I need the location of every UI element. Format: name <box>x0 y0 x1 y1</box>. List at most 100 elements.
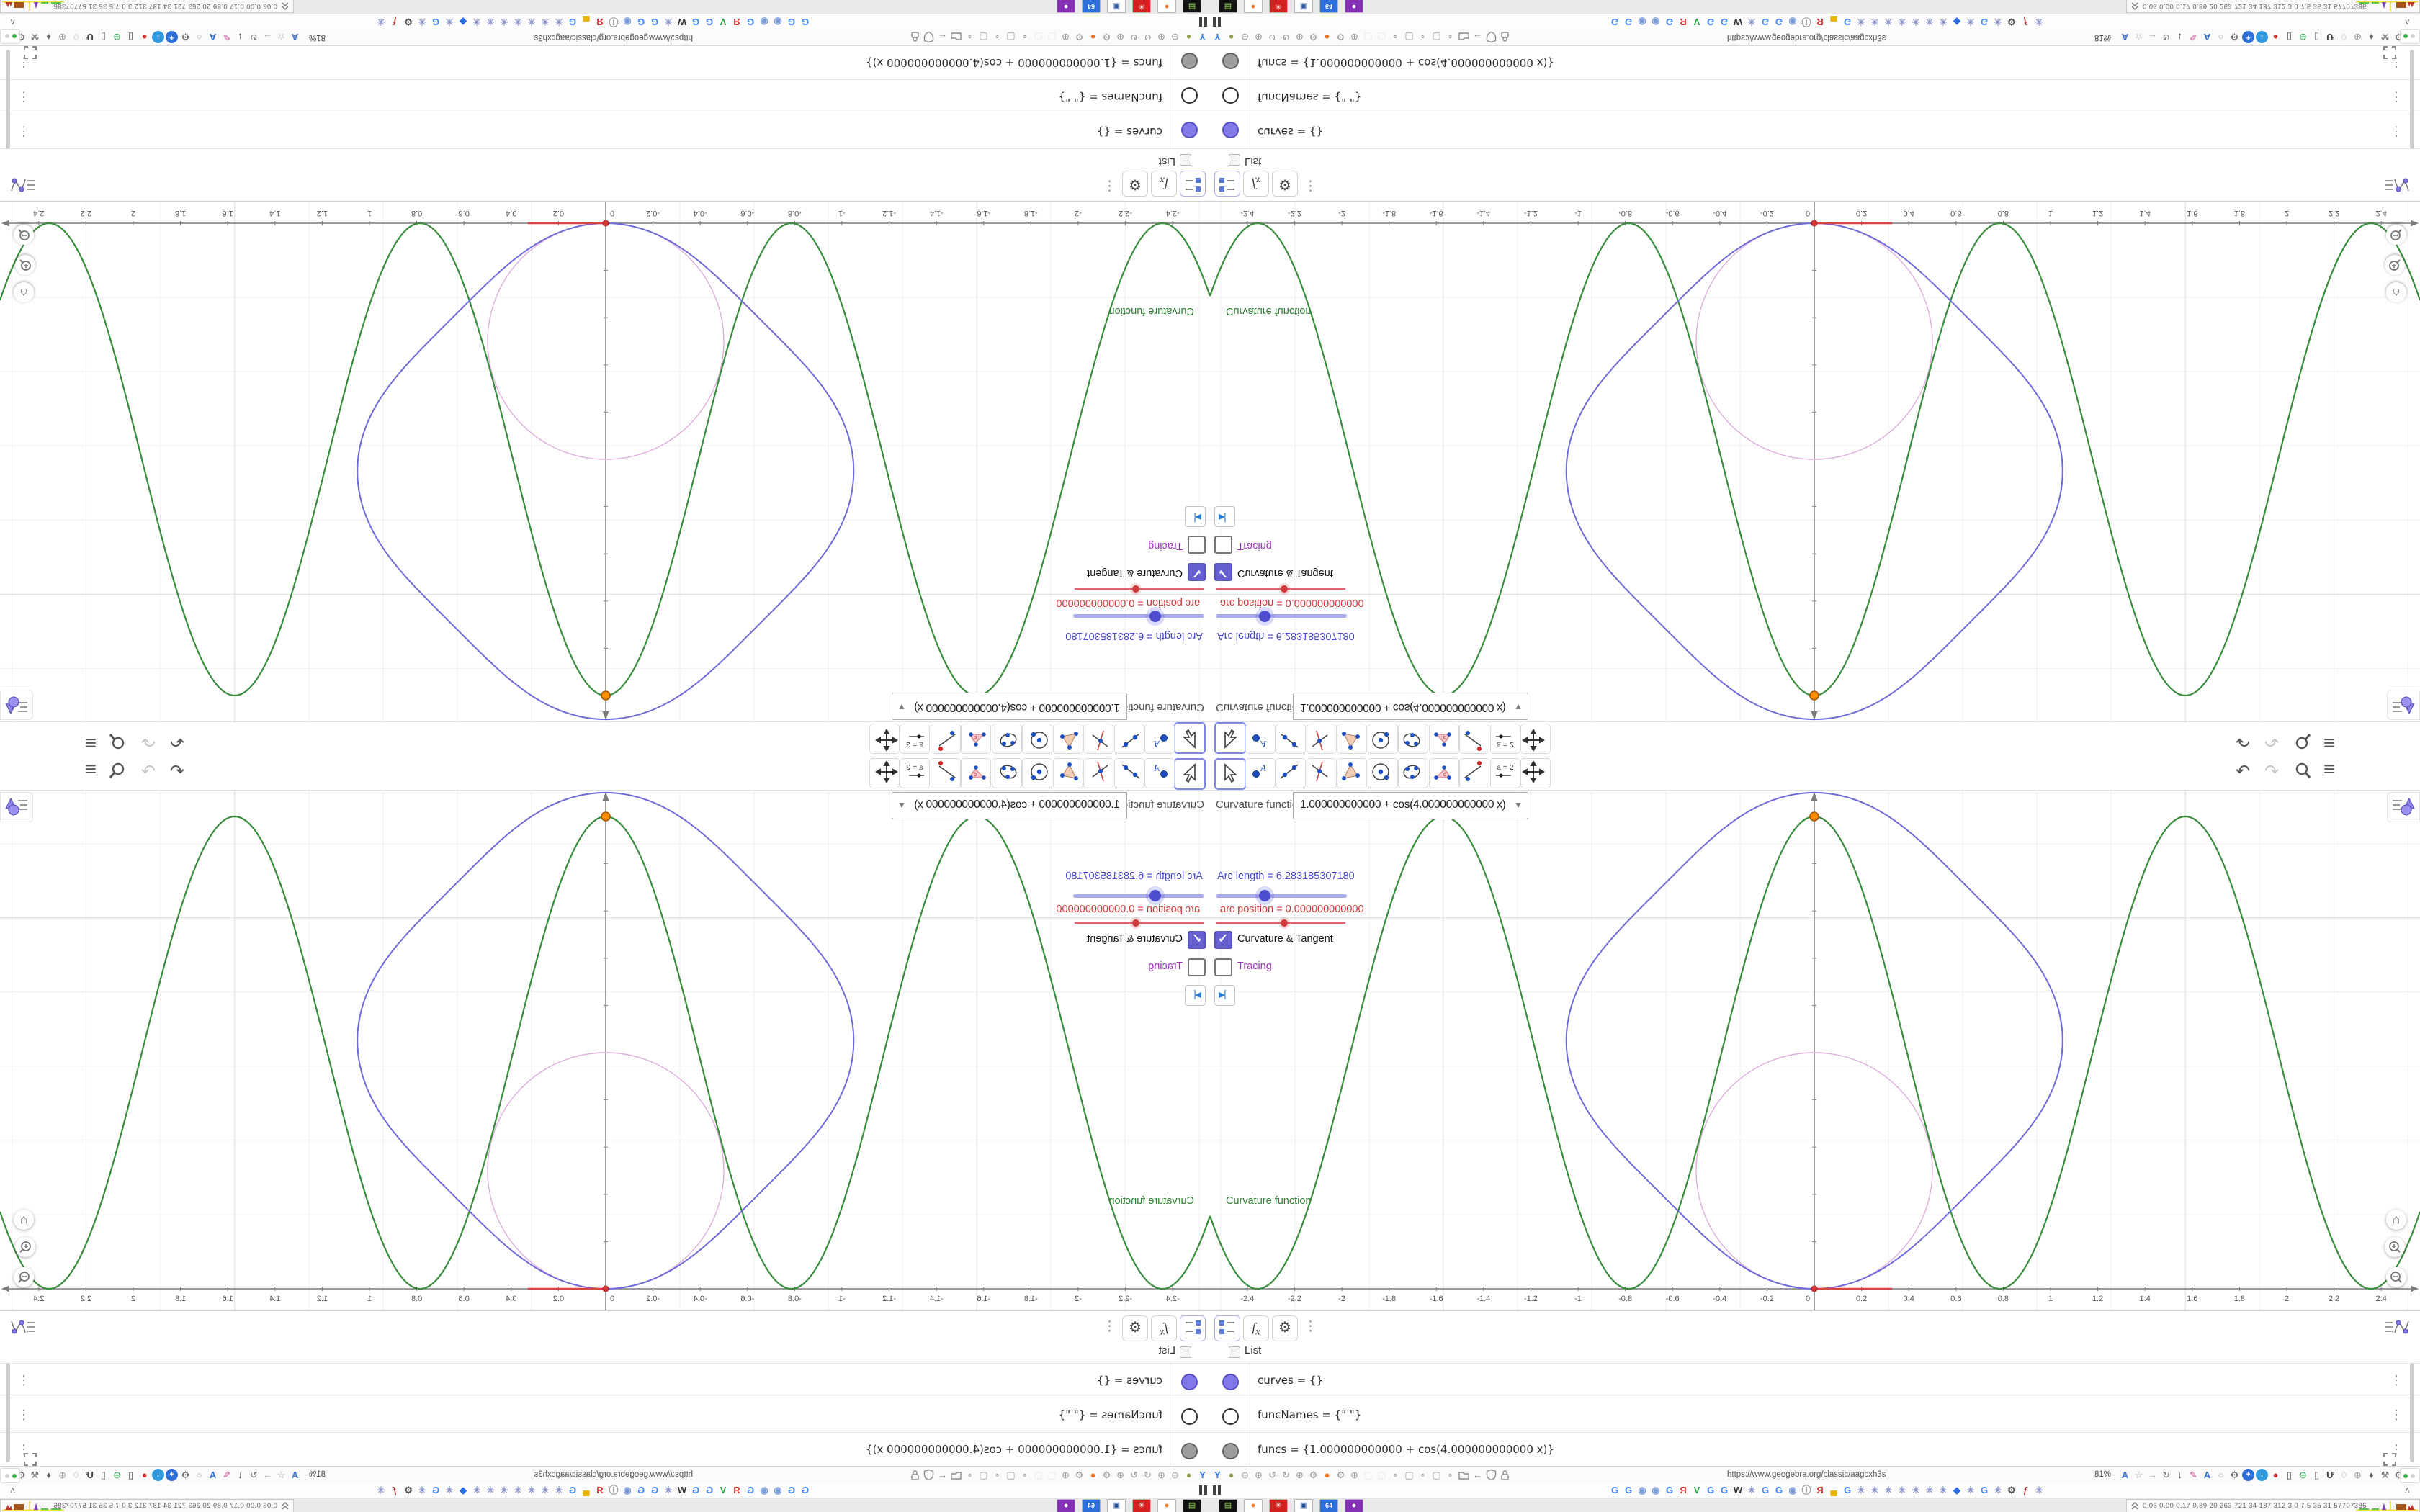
tab-favicon-31[interactable]: f <box>2020 16 2031 27</box>
play-animation-button[interactable]: ▶▏ <box>1214 985 1235 1006</box>
tab-favicon-24[interactable]: ✳ <box>1924 1485 1935 1496</box>
row-kebab-icon[interactable]: ⋮ <box>2390 89 2403 104</box>
tab-favicon-19[interactable]: ✳ <box>1855 1485 1867 1496</box>
url-text[interactable]: https://www.geogebra.org/classic/aagcxh3… <box>1727 33 1886 42</box>
tab-favicon-7[interactable]: V <box>717 16 729 27</box>
chevron-down-icon[interactable]: ▼ <box>897 702 906 712</box>
tool-slider-button[interactable]: a = 2 <box>900 758 931 788</box>
algebra-row-1[interactable]: curves = {} ⋮ <box>0 114 1210 149</box>
shield-icon[interactable] <box>1485 31 1497 43</box>
tab-favicon-28[interactable]: G <box>1978 1485 1990 1496</box>
curvature-function-dropdown[interactable]: 1.000000000000 + cos(4.000000000000 x) ▼ <box>892 792 1127 819</box>
zoom-out-button[interactable] <box>14 1267 34 1287</box>
tab-favicon-28[interactable]: G <box>430 16 442 27</box>
taskbar-app-display[interactable]: ▣ <box>1107 1499 1126 1512</box>
page-zoom-level[interactable]: 81% <box>2094 1470 2111 1479</box>
tool-move-button[interactable] <box>1214 758 1246 790</box>
firefox-icon[interactable]: ● <box>1321 1469 1333 1481</box>
tab-favicon-27[interactable]: ✳ <box>444 16 455 27</box>
tool-point-button[interactable]: A <box>1144 758 1175 788</box>
tool-conic-button[interactable] <box>1398 758 1428 788</box>
arc-length-slider-knob[interactable] <box>1259 890 1270 901</box>
tab-favicon-4[interactable]: ◉ <box>758 16 770 27</box>
red-dot-icon[interactable]: ● <box>138 31 151 43</box>
oval-icon[interactable]: ○ <box>2215 31 2227 43</box>
graphics-view[interactable]: -2.4 -2.2 -2 -1.8 -1.6 -1.4 -1.2 -1 -0.8 -0.6 -0.4… <box>1210 790 2420 1310</box>
plus-icon[interactable]: + <box>2242 1469 2254 1481</box>
graphics-view[interactable]: -2.4 -2.2 -2 -1.8 -1.6 -1.4 -1.2 -1 -0.8 -0.6 -0.4… <box>0 202 1210 722</box>
tab-favicon-12[interactable]: G <box>1760 1485 1771 1496</box>
tab-favicon-29[interactable]: ✳ <box>1992 16 2004 27</box>
globe-icon[interactable]: ⊕ <box>1252 31 1265 43</box>
arc-length-slider-knob[interactable] <box>1150 890 1161 901</box>
fwd-circ-icon[interactable]: ↻ <box>1128 31 1140 43</box>
row-kebab-icon[interactable]: ⋮ <box>17 124 30 139</box>
tab-favicon-1[interactable]: G <box>799 1485 811 1496</box>
fx-tools-button[interactable]: fx <box>1243 171 1269 197</box>
algebra-view-button[interactable] <box>1214 171 1240 197</box>
play-animation-button[interactable]: ▶▏ <box>1185 985 1206 1006</box>
star-icon[interactable]: ☆ <box>2133 1469 2145 1481</box>
back-arrow-icon[interactable]: ← <box>936 1469 949 1481</box>
algebra-row-1[interactable]: curves = {} ⋮ <box>1210 1363 2420 1398</box>
visibility-toggle[interactable] <box>1181 1443 1198 1459</box>
globe-icon[interactable]: ⊕ <box>1155 31 1168 43</box>
arc-length-slider-knob[interactable] <box>1259 611 1270 622</box>
tab-favicon-21[interactable]: ✳ <box>1883 16 1894 27</box>
shield-icon[interactable] <box>923 31 935 43</box>
download-icon[interactable]: ↓ <box>2174 1469 2186 1481</box>
tab-favicon-27[interactable]: ✳ <box>1965 16 1976 27</box>
arrow-icon[interactable]: → <box>2146 31 2159 43</box>
wrench-icon[interactable]: ⚒ <box>29 31 41 43</box>
home-button[interactable]: ⌂ <box>14 1210 34 1230</box>
settings-icon[interactable]: ⚙ <box>1073 1469 1085 1481</box>
algebra-row-1[interactable]: curves = {} ⋮ <box>1210 114 2420 149</box>
globe-icon[interactable]: ⊕ <box>1239 31 1251 43</box>
gear-icon[interactable]: ⚙ <box>1122 171 1148 197</box>
download-icon[interactable]: ↓ <box>234 31 246 43</box>
arc-position-slider-knob[interactable] <box>1281 585 1288 593</box>
arrow-icon[interactable]: → <box>261 1469 274 1481</box>
home-button[interactable]: ⌂ <box>2386 1210 2406 1230</box>
tab-favicon-5[interactable]: G <box>1664 16 1675 27</box>
fwd-circ-icon[interactable]: ↻ <box>1128 1469 1140 1481</box>
tools-icon[interactable]: ⚙ <box>1101 1469 1113 1481</box>
tab-favicon-19[interactable]: ✳ <box>553 1485 565 1496</box>
visibility-toggle[interactable] <box>1222 53 1239 69</box>
arc-position-slider-knob[interactable] <box>1132 585 1139 593</box>
tab-favicon-8[interactable]: G <box>1705 16 1716 27</box>
tab-favicon-17[interactable]: ▄ <box>1828 16 1839 27</box>
graphics-stylebar-button[interactable] <box>0 690 33 720</box>
lock-icon[interactable] <box>1499 1469 1511 1481</box>
curvature-function-dropdown[interactable]: 1.000000000000 + cos(4.000000000000 x) ▼ <box>1293 693 1528 720</box>
shield2-icon[interactable]: ♢ <box>70 1469 82 1481</box>
oval-icon[interactable]: ○ <box>2215 1469 2227 1481</box>
globe-icon[interactable]: ⊕ <box>1239 1469 1251 1481</box>
taskbar-app-cat-app[interactable]: ● <box>1057 0 1075 13</box>
globe-gray-icon[interactable]: ⊕ <box>56 31 68 43</box>
tab-favicon-2[interactable]: G <box>1623 16 1634 27</box>
red-dot-icon[interactable]: ● <box>2269 31 2282 43</box>
squircle-icon[interactable]: ▢ <box>1403 31 1415 43</box>
back-circ-icon[interactable]: ↺ <box>1142 1469 1154 1481</box>
tool-circle-button[interactable] <box>1367 758 1398 788</box>
tab-favicon-23[interactable]: ✳ <box>498 1485 510 1496</box>
row-kebab-icon[interactable]: ⋮ <box>17 89 30 104</box>
brush-icon[interactable]: ✎ <box>220 1469 233 1481</box>
translate2-icon[interactable]: A <box>207 31 219 43</box>
tab-favicon-17[interactable]: ▄ <box>581 1485 592 1496</box>
folder-icon[interactable] <box>1458 31 1470 43</box>
tab-favicon-9[interactable]: G <box>1718 1485 1730 1496</box>
taskbar-app-system-settings[interactable]: ✳ <box>1132 0 1151 13</box>
tab-favicon-4[interactable]: ◉ <box>1650 1485 1662 1496</box>
fullscreen-icon[interactable] <box>2383 45 2397 60</box>
shield2-icon[interactable]: ♢ <box>70 31 82 43</box>
tab-favicon-32[interactable]: ✳ <box>375 16 387 27</box>
tab-favicon-20[interactable]: ✳ <box>539 1485 551 1496</box>
tools-icon[interactable]: ⚙ <box>1307 1469 1319 1481</box>
tab-favicon-27[interactable]: ✳ <box>1965 1485 1976 1496</box>
arc-position-slider-knob[interactable] <box>1281 919 1288 927</box>
tab-favicon-9[interactable]: G <box>1718 16 1730 27</box>
fx-tools-button[interactable]: fx <box>1151 1315 1177 1341</box>
tab-favicon-28[interactable]: G <box>1978 16 1990 27</box>
